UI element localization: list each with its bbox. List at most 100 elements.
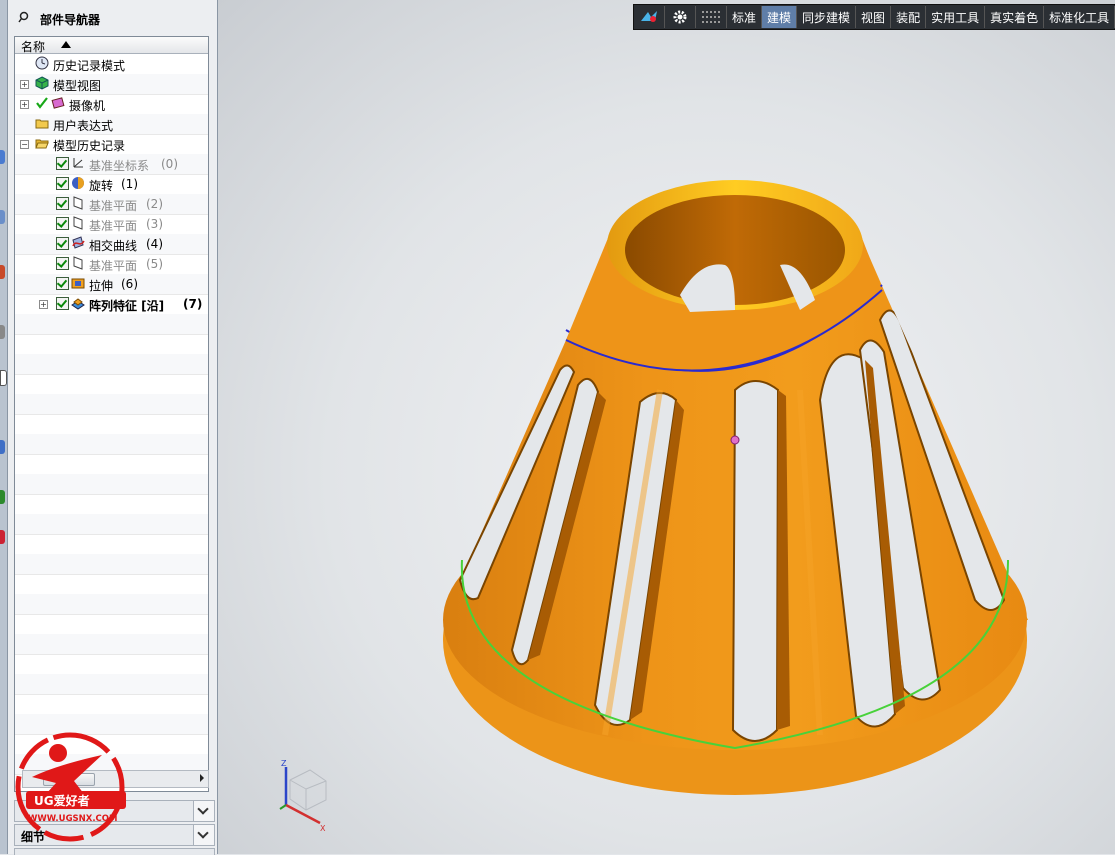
visibility-checkbox[interactable] (56, 237, 69, 250)
tree-empty-row (15, 634, 208, 655)
tree-row-feature[interactable]: 旋转 (1) (15, 174, 208, 195)
tree-row-feature[interactable]: 相交曲线 (4) (15, 234, 208, 255)
folder-icon (35, 119, 49, 129)
left-edge-toolstrip (0, 0, 8, 854)
feature-tree[interactable]: 名称 历史记录模式 + 模型视图 + 摄像机 用户表达式 − 模型历史记录 基准… (14, 36, 209, 792)
column-name-label: 名称 (21, 40, 46, 54)
tree-empty-row (15, 574, 208, 595)
tree-empty-row (15, 314, 208, 335)
tree-row-feature[interactable]: + 阵列特征 [沿] (7) (15, 294, 208, 315)
tree-empty-row (15, 494, 208, 515)
tree-empty-row (15, 334, 208, 355)
tab-utilities[interactable]: 实用工具 (926, 6, 986, 28)
tree-row-model-history[interactable]: − 模型历史记录 (15, 134, 208, 155)
coordinate-triad: Z X (279, 759, 327, 833)
gear-icon[interactable] (665, 6, 696, 28)
tree-row-feature[interactable]: 基准平面 (2) (15, 194, 208, 215)
expand-plus-icon[interactable]: + (20, 80, 29, 89)
grid-icon[interactable] (696, 6, 727, 28)
tree-row-user-expressions[interactable]: 用户表达式 (15, 114, 208, 135)
top-toolbar: 标准 建模 同步建模 视图 装配 实用工具 真实着色 标准化工具 (633, 4, 1115, 30)
resource-tab-icon[interactable] (0, 370, 7, 386)
collapse-minus-icon[interactable]: − (20, 140, 29, 149)
logo-url-text: WWW.UGSNX.COM (28, 814, 117, 824)
tree-row-number: (2) (146, 197, 163, 211)
ug-fan-watermark-logo: UG爱好者 WWW.UGSNX.COM (15, 732, 126, 842)
tree-empty-row (15, 374, 208, 395)
resource-tab-icon[interactable] (0, 210, 5, 224)
visibility-checkbox[interactable] (56, 197, 69, 210)
expand-plus-icon[interactable]: + (39, 300, 48, 309)
resource-tab-icon[interactable] (0, 325, 5, 339)
resource-tab-icon[interactable] (0, 265, 5, 279)
model-views-icon (35, 76, 49, 90)
tree-row-model-views[interactable]: + 模型视图 (15, 74, 208, 95)
tree-row-number: (5) (146, 257, 163, 271)
tree-row-label: 旋转 (89, 179, 114, 193)
tab-view[interactable]: 视图 (856, 6, 892, 28)
clock-icon (35, 56, 49, 70)
chevron-down-icon[interactable] (193, 801, 214, 821)
tree-row-feature[interactable]: 基准平面 (3) (15, 214, 208, 235)
tree-empty-row (15, 414, 208, 435)
tab-assemblies[interactable]: 装配 (891, 6, 927, 28)
navigator-header: 部件导航器 (8, 0, 217, 36)
tree-row-number: (4) (146, 237, 163, 251)
tree-row-number: (1) (121, 177, 138, 191)
tree-row-history-mode[interactable]: 历史记录模式 (15, 54, 208, 75)
intersection-curve-icon (72, 236, 85, 249)
perforated-cone-model[interactable] (218, 0, 1115, 854)
visibility-checkbox[interactable] (56, 217, 69, 230)
resource-tab-icon[interactable] (0, 150, 5, 164)
visibility-checkbox[interactable] (56, 277, 69, 290)
scroll-right-arrow-icon[interactable] (200, 774, 204, 782)
tree-row-feature[interactable]: 基准坐标系 (0) (15, 154, 208, 175)
tab-modeling[interactable]: 建模 (762, 6, 798, 28)
tree-empty-row (15, 474, 208, 495)
revolve-icon (72, 177, 84, 189)
tree-row-label: 模型历史记录 (53, 139, 126, 153)
tree-empty-row (15, 354, 208, 375)
visibility-checkbox[interactable] (56, 157, 69, 170)
tree-empty-row (15, 694, 208, 715)
tree-row-feature[interactable]: 基准平面 (5) (15, 254, 208, 275)
visibility-checkbox[interactable] (56, 297, 69, 310)
visibility-checkbox[interactable] (56, 177, 69, 190)
resource-tab-icon[interactable] (0, 440, 5, 454)
tree-row-label: 基准平面 (89, 219, 138, 233)
tree-row-number: (7) (183, 297, 203, 311)
tree-empty-row (15, 554, 208, 575)
tab-synchronous-modeling[interactable]: 同步建模 (797, 6, 857, 28)
tree-empty-row (15, 514, 208, 535)
visibility-checkbox[interactable] (56, 257, 69, 270)
tree-empty-row (15, 674, 208, 695)
tree-empty-row (15, 594, 208, 615)
resource-tab-icon[interactable] (0, 530, 5, 544)
tree-empty-row (15, 614, 208, 635)
tree-row-number: (3) (146, 217, 163, 231)
tree-empty-row (15, 534, 208, 555)
chevron-down-icon[interactable] (193, 825, 214, 845)
camera-icon (51, 97, 65, 109)
tab-true-shading[interactable]: 真实着色 (985, 6, 1045, 28)
tree-empty-row (15, 454, 208, 475)
folder-open-icon (35, 139, 49, 149)
expand-plus-icon[interactable]: + (20, 100, 29, 109)
datum-csys-icon (73, 158, 83, 168)
tab-standardization-tools[interactable]: 标准化工具 (1044, 6, 1115, 28)
tree-row-feature[interactable]: 拉伸 (6) (15, 274, 208, 295)
extrude-icon (71, 278, 85, 289)
tree-empty-row (15, 434, 208, 455)
tree-column-header[interactable]: 名称 (15, 37, 208, 54)
resource-tab-icon[interactable] (0, 490, 5, 504)
sort-ascending-icon[interactable] (61, 41, 71, 48)
tree-row-number: (6) (121, 277, 138, 291)
tree-row-label: 拉伸 (89, 279, 114, 293)
navigator-title: 部件导航器 (40, 13, 101, 27)
check-icon (36, 97, 48, 109)
tab-standard[interactable]: 标准 (727, 6, 763, 28)
tree-row-camera[interactable]: + 摄像机 (15, 94, 208, 115)
tree-row-number: (0) (161, 157, 178, 171)
app-logo-icon[interactable] (634, 6, 665, 28)
pin-icon[interactable] (18, 11, 30, 23)
